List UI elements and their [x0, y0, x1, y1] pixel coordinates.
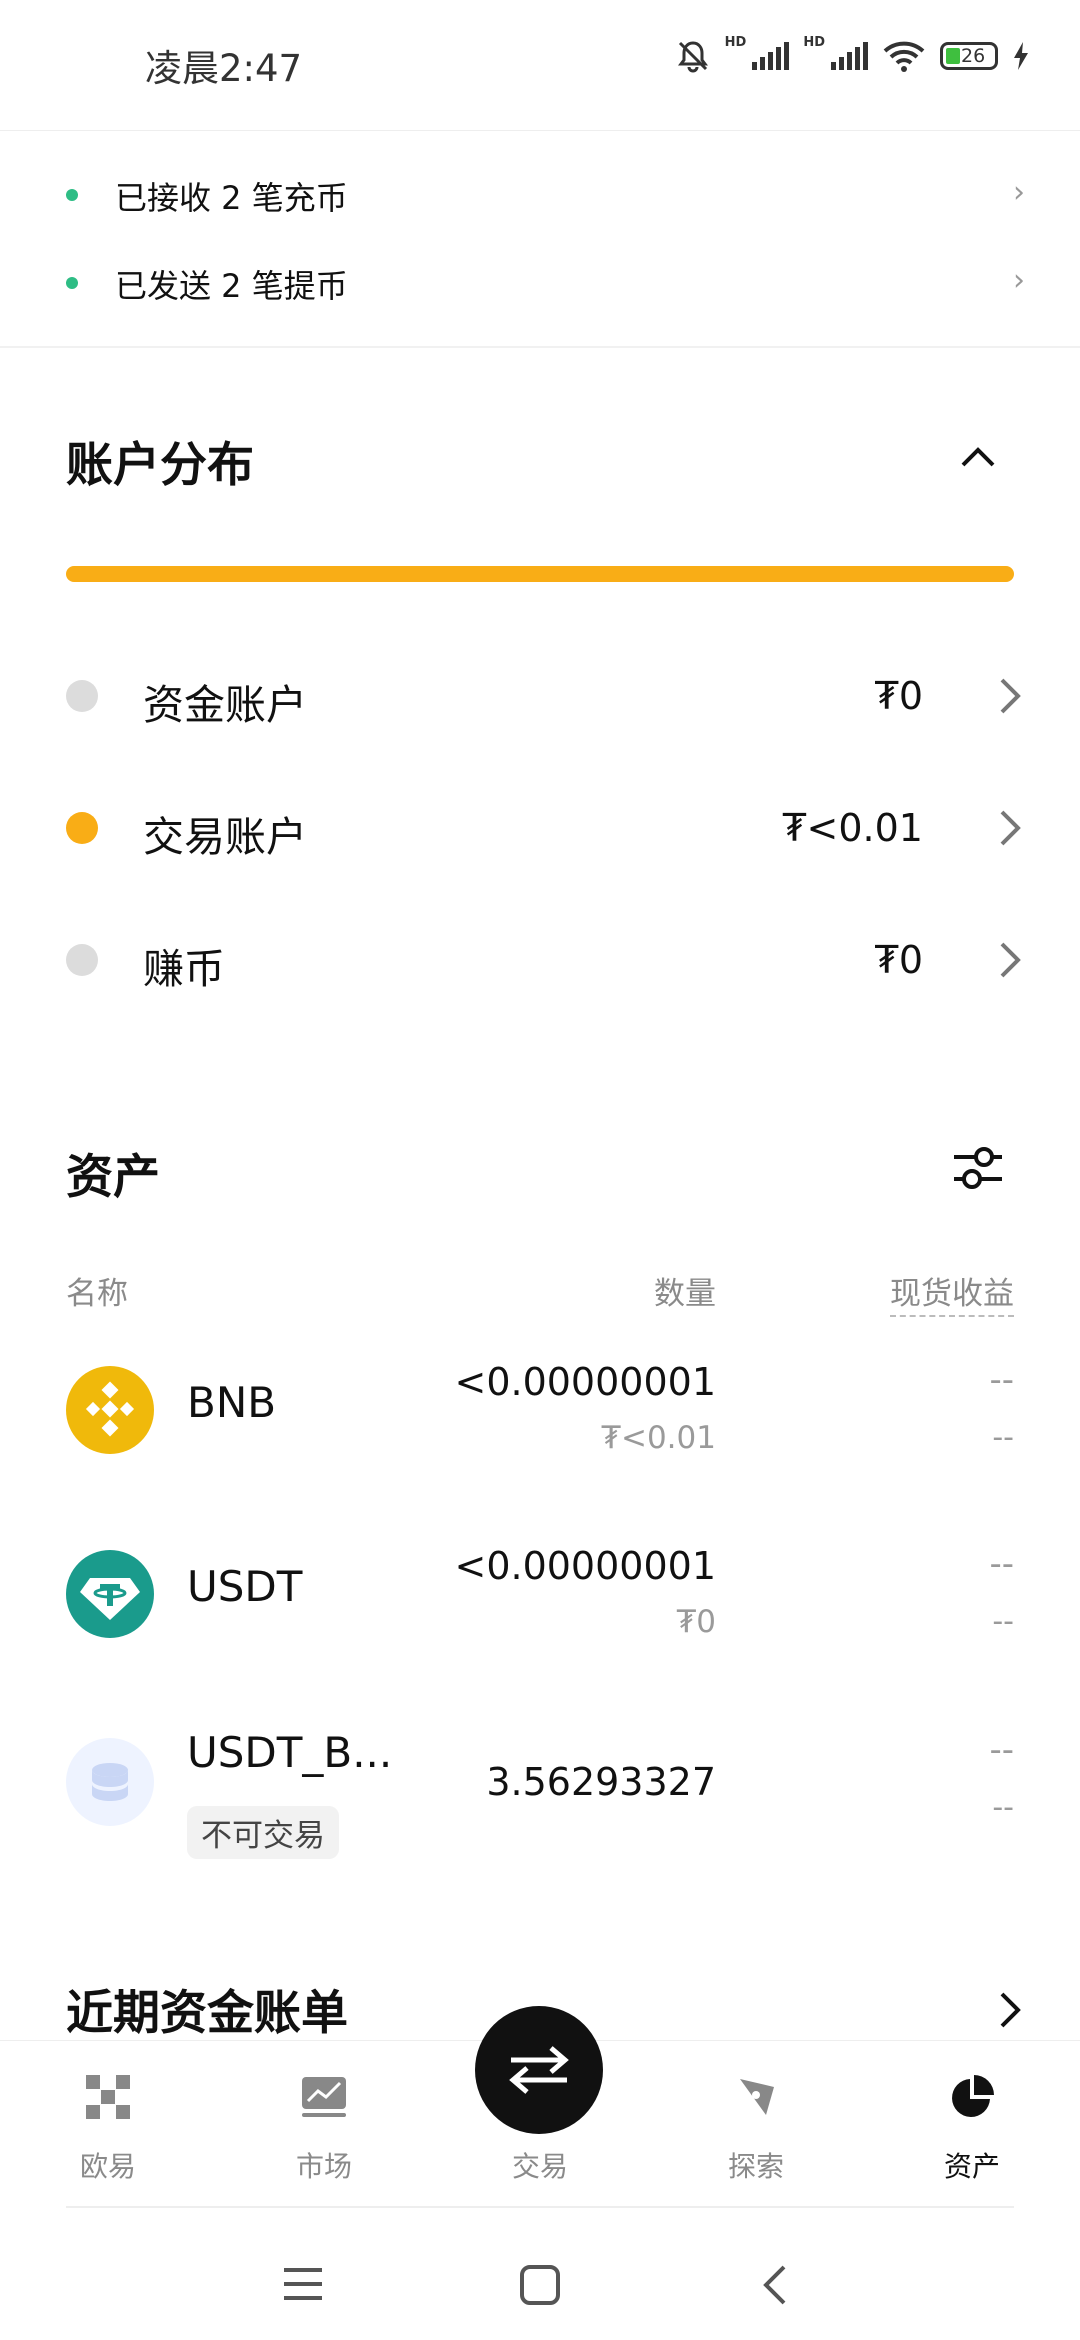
account-name: 交易账户 [143, 813, 307, 861]
market-chart-icon [302, 2077, 346, 2117]
okx-logo-icon [86, 2075, 130, 2119]
asset-row-usdt-b[interactable]: USDT_B... 不可交易 3.56293327 -- -- [0, 1710, 1080, 1880]
status-dot [66, 189, 78, 201]
charging-bolt-icon [1014, 42, 1028, 70]
asset-pnl: -- [989, 1360, 1014, 1400]
signal-icon-2 [831, 42, 868, 70]
account-dot [66, 812, 98, 844]
distribution-title: 账户分布 [66, 438, 254, 493]
asset-pnl-rate: -- [992, 1604, 1014, 1639]
asset-fiat-value: ₮<0.01 [601, 1420, 716, 1456]
nav-label: 欧易 [79, 2150, 136, 2183]
notification-text: 已接收 2 笔充币 [115, 179, 348, 217]
battery-icon: 26 [940, 42, 998, 70]
chevron-right-icon [1000, 678, 1021, 714]
hd-label-2: HD [803, 34, 825, 50]
asset-pnl: -- [989, 1730, 1014, 1770]
account-name: 资金账户 [143, 681, 307, 729]
nav-label: 资产 [943, 2150, 1000, 2183]
chevron-right-icon: › [1013, 263, 1025, 298]
nav-label: 交易 [511, 2150, 568, 2183]
account-name: 赚币 [143, 945, 225, 993]
account-row-earn[interactable]: 赚币 ₮0 [0, 910, 1080, 1010]
coins-stack-icon [66, 1738, 154, 1826]
asset-name: USDT [187, 1562, 303, 1611]
account-dot [66, 944, 98, 976]
status-bar: 凌晨2:47 HD HD 26 [0, 0, 1080, 131]
nav-label: 市场 [295, 2150, 352, 2183]
distribution-bar [66, 566, 1014, 582]
recent-bills-title: 近期资金账单 [66, 1986, 348, 2041]
asset-quantity: <0.00000001 [454, 1544, 716, 1588]
asset-pnl: -- [989, 1544, 1014, 1584]
status-time: 凌晨2:47 [145, 47, 303, 90]
notification-withdrawals[interactable]: 已发送 2 笔提币 › [0, 239, 1080, 327]
back-chevron-icon[interactable] [762, 2264, 788, 2306]
nav-label: 探索 [727, 2150, 784, 2183]
signal-icon-1 [752, 42, 790, 70]
menu-icon[interactable] [282, 2266, 324, 2302]
divider [0, 346, 1080, 348]
column-quantity[interactable]: 数量 [654, 1268, 716, 1313]
status-icons: HD HD 26 [675, 34, 1030, 74]
asset-fiat-value: ₮0 [676, 1604, 716, 1640]
asset-row-bnb[interactable]: BNB <0.00000001 ₮<0.01 -- -- [0, 1338, 1080, 1488]
account-value: ₮0 [874, 674, 923, 718]
column-name: 名称 [66, 1276, 128, 1312]
divider [66, 2206, 1014, 2208]
asset-quantity: 3.56293327 [486, 1760, 716, 1804]
hd-label-1: HD [724, 34, 747, 50]
chevron-up-icon[interactable] [960, 444, 996, 468]
pie-chart-icon [952, 2075, 994, 2117]
home-square-icon[interactable] [519, 2264, 561, 2306]
status-dot [66, 277, 78, 289]
asset-pnl-rate: -- [992, 1790, 1014, 1825]
chevron-right-icon: › [1013, 175, 1025, 210]
notification-text: 已发送 2 笔提币 [115, 267, 348, 305]
bnb-logo-icon [66, 1366, 154, 1454]
trade-fab-button[interactable] [475, 2006, 603, 2134]
account-dot [66, 680, 98, 712]
asset-name: USDT_B... [187, 1728, 393, 1777]
notification-deposits[interactable]: 已接收 2 笔充币 › [0, 151, 1080, 239]
asset-row-usdt[interactable]: USDT <0.00000001 ₮0 -- -- [0, 1522, 1080, 1672]
asset-name: BNB [187, 1378, 277, 1427]
untradable-badge: 不可交易 [187, 1806, 339, 1859]
wifi-icon [883, 41, 925, 72]
account-row-funding[interactable]: 资金账户 ₮0 [0, 646, 1080, 746]
asset-quantity: <0.00000001 [454, 1360, 716, 1404]
usdt-logo-icon [66, 1550, 154, 1638]
account-value: ₮<0.01 [782, 806, 923, 850]
assets-title: 资产 [66, 1150, 160, 1205]
chevron-right-icon [1000, 1992, 1021, 2028]
system-nav-bar [0, 2210, 1080, 2340]
battery-level: 26 [961, 45, 986, 67]
account-row-trading[interactable]: 交易账户 ₮<0.01 [0, 778, 1080, 878]
filter-sliders-icon[interactable] [952, 1143, 1004, 1193]
bell-muted-icon [677, 41, 708, 73]
swap-arrows-icon [509, 2046, 569, 2094]
chevron-right-icon [1000, 942, 1021, 978]
compass-icon [740, 2079, 774, 2115]
asset-pnl-rate: -- [992, 1420, 1014, 1455]
chevron-right-icon [1000, 810, 1021, 846]
account-value: ₮0 [874, 938, 923, 982]
column-pnl[interactable]: 现货收益 [890, 1268, 1014, 1317]
